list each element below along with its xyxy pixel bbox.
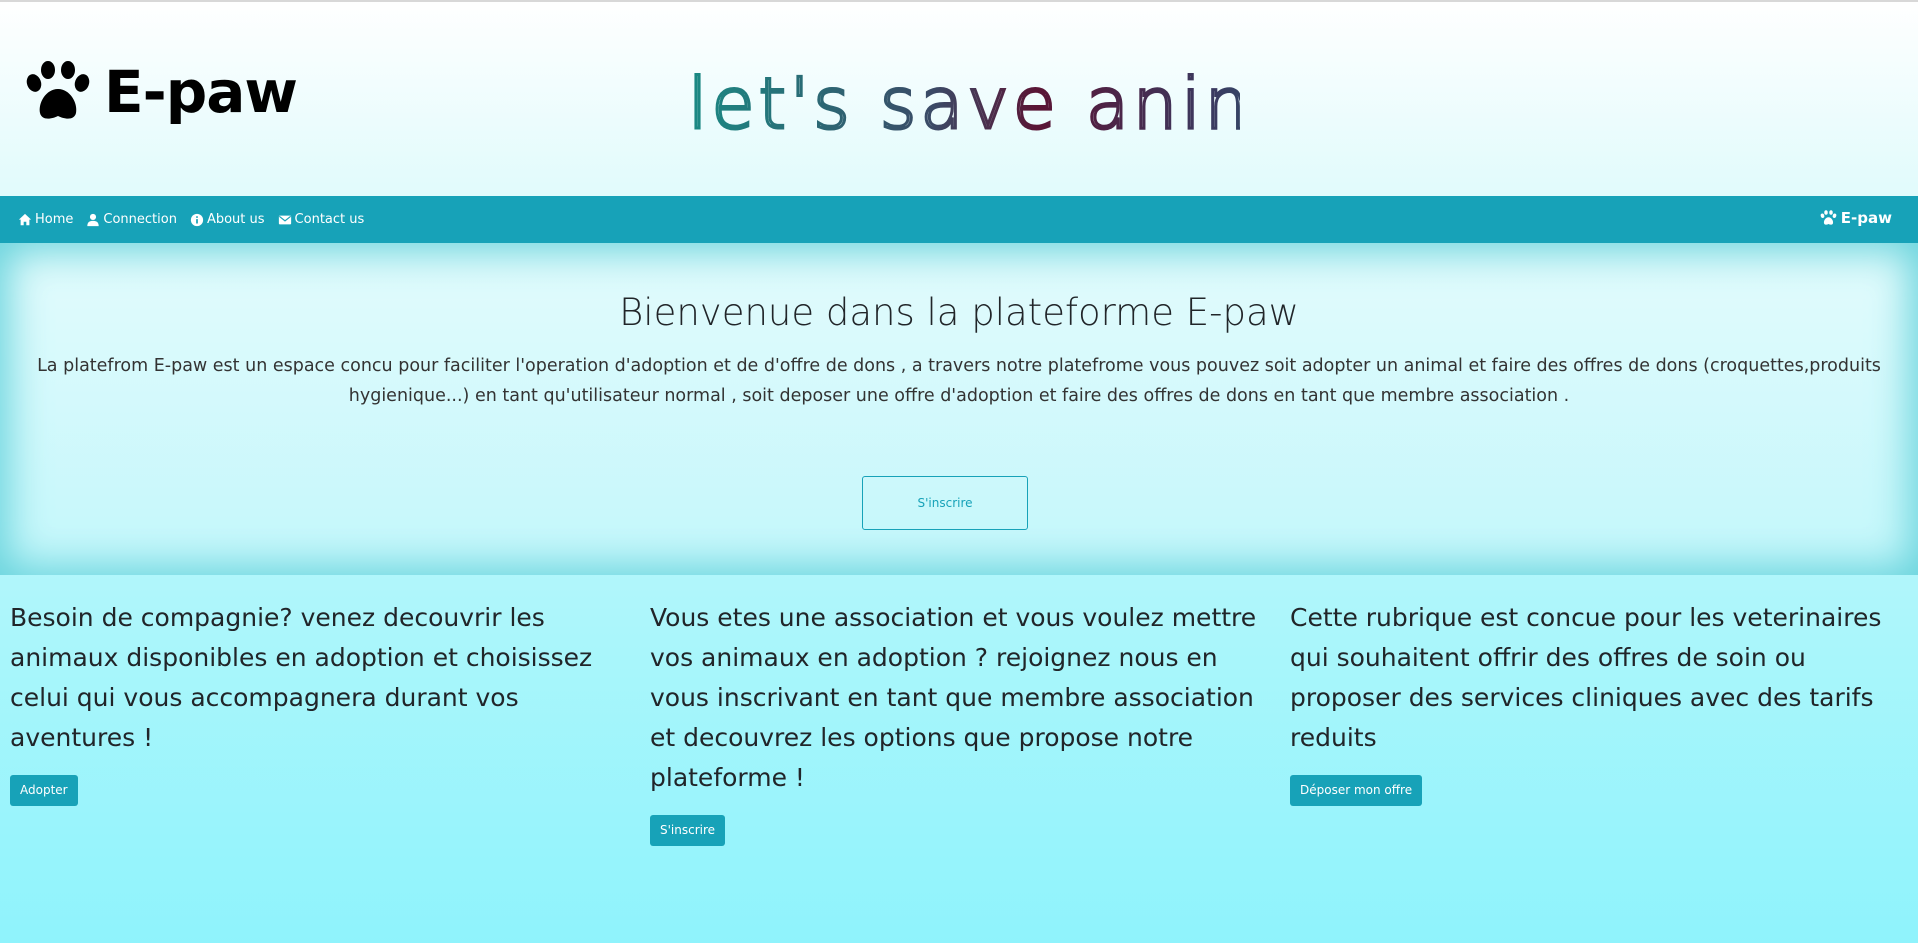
feature-adopt-text: Besoin de compagnie? venez decouvrir les… xyxy=(10,603,593,752)
welcome-jumbotron: Bienvenue dans la plateforme E-paw La pl… xyxy=(0,243,1918,575)
main-navbar: Home Connection About us Contact us E-pa… xyxy=(0,196,1918,243)
feature-association-text: Vous etes une association et vous voulez… xyxy=(650,603,1257,792)
paw-icon xyxy=(26,61,90,119)
nav-connection-label: Connection xyxy=(103,212,177,227)
home-icon xyxy=(18,213,32,225)
post-offer-button[interactable]: Déposer mon offre xyxy=(1290,775,1423,806)
intro-text-line: hygienique...) en tant qu'utilisateur no… xyxy=(348,386,1570,406)
signup-button[interactable]: S'inscrire xyxy=(862,476,1028,530)
feature-association: Vous etes une association et vous voulez… xyxy=(650,598,1270,846)
nav-about-label: About us xyxy=(206,212,265,227)
banner-slogan: let's save animals xyxy=(680,58,1386,148)
nav-home-label: Home xyxy=(35,212,74,227)
nav-connection[interactable]: Connection xyxy=(86,212,177,227)
feature-veterinary-text: Cette rubrique est concue pour les veter… xyxy=(1290,603,1882,752)
banner-text: let's save animals xyxy=(688,63,1240,145)
adopt-button[interactable]: Adopter xyxy=(10,775,78,806)
brand-logo[interactable]: E-paw xyxy=(24,58,298,126)
feature-veterinary: Cette rubrique est concue pour les veter… xyxy=(1290,598,1900,806)
association-signup-button[interactable]: S'inscrire xyxy=(650,815,726,846)
navbar-brand[interactable]: E-paw xyxy=(1820,209,1892,227)
intro-text-line: La platefrom E-paw est un espace concu p… xyxy=(37,356,1881,376)
nav-about[interactable]: About us xyxy=(190,212,265,227)
nav-home[interactable]: Home xyxy=(18,212,73,227)
nav-contact-label: Contact us xyxy=(294,212,365,227)
page-title: Bienvenue dans la plateforme E-paw xyxy=(619,291,1299,334)
brand-name: E-paw xyxy=(104,58,298,126)
navbar-brand-label: E-paw xyxy=(1840,209,1892,227)
user-icon xyxy=(87,213,100,226)
info-icon xyxy=(190,213,204,226)
intro-text: La platefrom E-paw est un espace concu p… xyxy=(30,351,1888,411)
nav-contact[interactable]: Contact us xyxy=(278,212,365,227)
site-header: E-paw let's save animals xyxy=(0,2,1918,196)
feature-adopt: Besoin de compagnie? venez decouvrir les… xyxy=(10,598,630,806)
envelope-icon xyxy=(278,215,291,224)
paw-icon xyxy=(1820,210,1837,225)
